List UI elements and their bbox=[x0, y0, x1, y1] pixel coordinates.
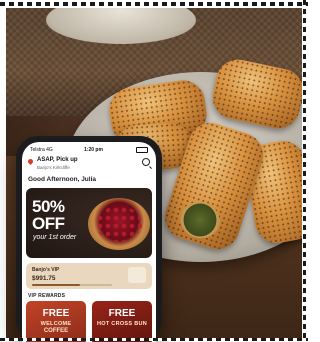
app-screen: Telstra 4G 1:20 pm ASAP, Pick up Banjo's… bbox=[22, 142, 156, 342]
promo-banner[interactable]: 50% OFF your 1st order bbox=[26, 188, 152, 258]
status-bar: Telstra 4G 1:20 pm bbox=[30, 146, 148, 156]
reward-item-line2: COFFEE bbox=[43, 328, 69, 334]
vip-progress-fill bbox=[32, 284, 80, 286]
battery-icon bbox=[136, 147, 148, 153]
greeting: Good Afternoon, Julia bbox=[28, 176, 97, 183]
vip-badge-icon bbox=[128, 267, 146, 283]
promo-headline: 50% OFF bbox=[32, 198, 65, 232]
reward-free-label: FREE bbox=[108, 308, 136, 319]
store-name: Banjo's Kirkcliffe bbox=[37, 165, 70, 170]
vip-amount: $991.75 bbox=[32, 275, 56, 282]
pickup-label: ASAP, Pick up bbox=[37, 157, 78, 163]
carrier-label: Telstra 4G bbox=[30, 147, 53, 153]
pickup-selector[interactable]: ASAP, Pick up Banjo's Kirkcliffe bbox=[26, 157, 150, 173]
vip-card[interactable]: Banjo's VIP $991.75 bbox=[26, 263, 152, 289]
clock: 1:20 pm bbox=[84, 147, 103, 153]
promo-headline-line1: 50% bbox=[32, 197, 65, 216]
reward-item-line1: WELCOME bbox=[40, 321, 72, 327]
dashed-border-bottom bbox=[0, 336, 308, 342]
rewards-section-title: VIP REWARDS bbox=[28, 293, 66, 299]
search-icon[interactable] bbox=[142, 158, 150, 166]
dashed-border-top bbox=[0, 0, 308, 8]
phone-mockup: Telstra 4G 1:20 pm ASAP, Pick up Banjo's… bbox=[16, 136, 162, 342]
promo-headline-line2: OFF bbox=[32, 214, 65, 233]
raspberry-tart-image bbox=[88, 198, 150, 250]
location-pin-icon bbox=[26, 157, 35, 166]
marketing-photo: Telstra 4G 1:20 pm ASAP, Pick up Banjo's… bbox=[0, 0, 308, 342]
dashed-border-right bbox=[300, 0, 308, 342]
vip-progress-bar bbox=[32, 284, 112, 286]
reward-item-line1: HOT CROSS BUN bbox=[96, 321, 148, 327]
promo-subtext: your 1st order bbox=[33, 234, 77, 241]
vip-label: Banjo's VIP bbox=[32, 267, 60, 273]
reward-free-label: FREE bbox=[42, 308, 70, 319]
